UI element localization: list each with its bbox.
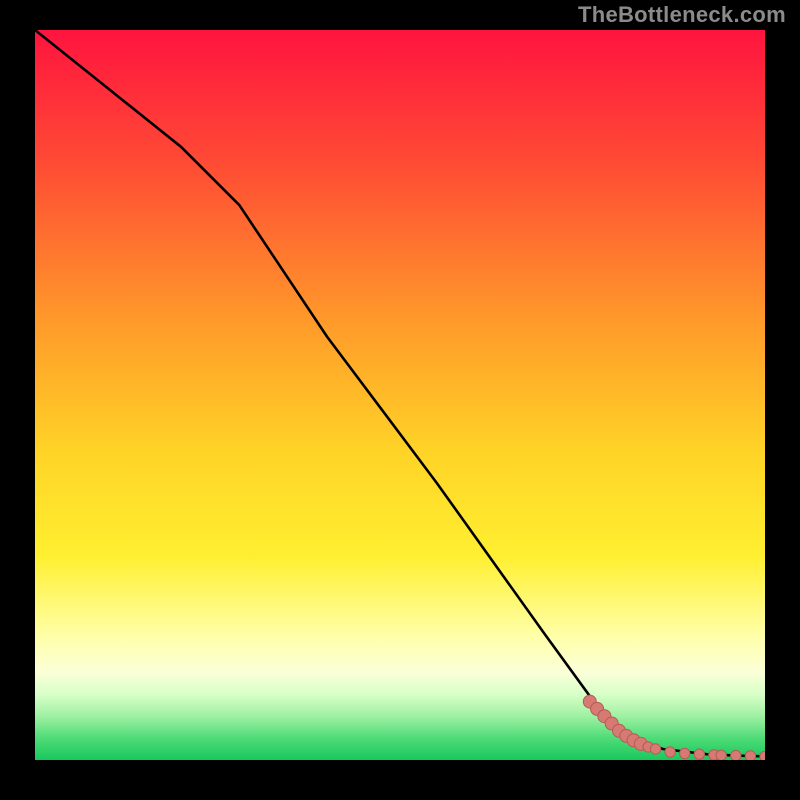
data-point <box>665 747 675 757</box>
data-point <box>694 749 704 759</box>
chart-svg <box>35 30 765 760</box>
data-point <box>680 748 690 758</box>
plot-area <box>35 30 765 760</box>
chart-frame: TheBottleneck.com <box>0 0 800 800</box>
gradient-background <box>35 30 765 760</box>
data-point <box>731 750 741 760</box>
data-point <box>650 744 660 754</box>
watermark-text: TheBottleneck.com <box>578 2 786 28</box>
data-point <box>745 751 755 760</box>
data-point <box>716 750 726 760</box>
